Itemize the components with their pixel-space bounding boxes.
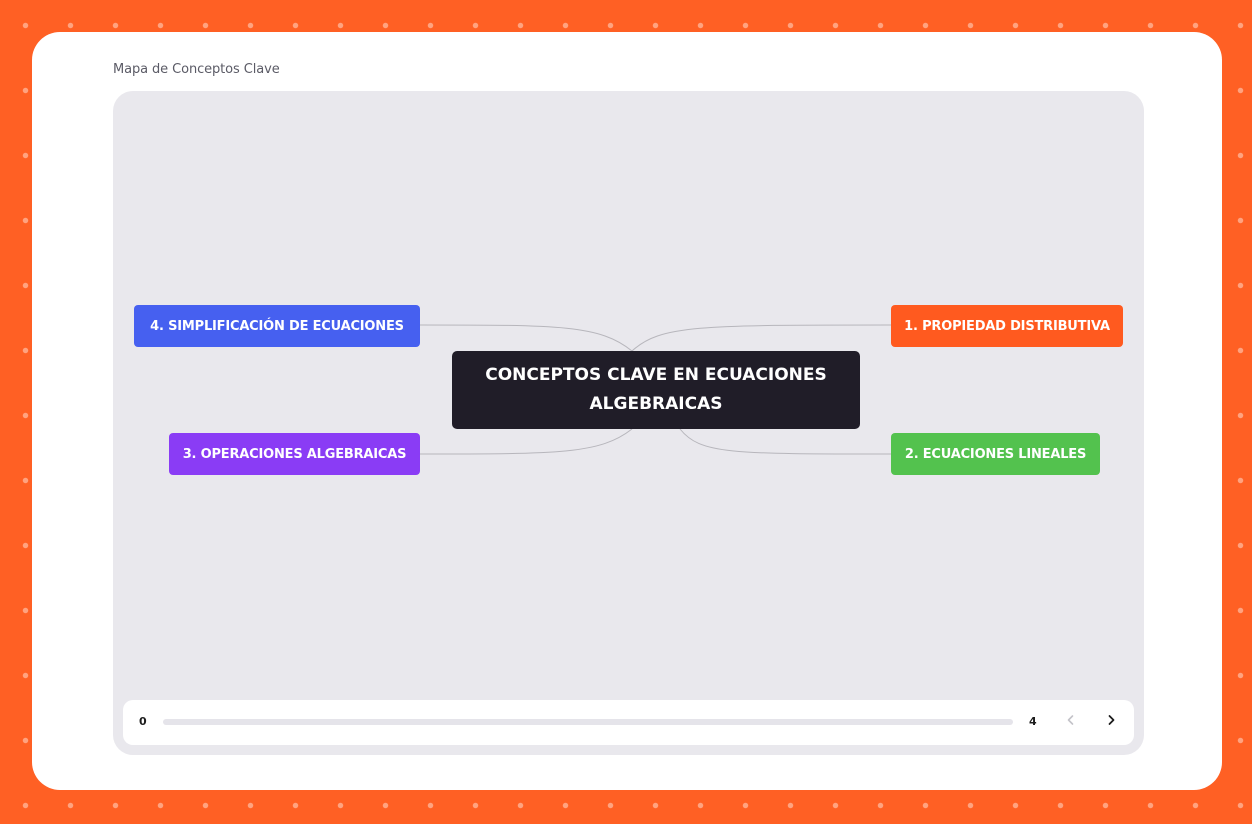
previous-step-button[interactable] <box>1060 711 1082 733</box>
chevron-right-icon <box>1105 713 1117 731</box>
branch-node-propiedad-distributiva[interactable]: 1. PROPIEDAD DISTRIBUTIVA <box>891 305 1123 347</box>
branch-node-operaciones-algebraicas[interactable]: 3. OPERACIONES ALGEBRAICAS <box>169 433 420 475</box>
next-step-button[interactable] <box>1100 711 1122 733</box>
progress-slider[interactable] <box>163 719 1013 725</box>
central-node[interactable]: CONCEPTOS CLAVE EN ECUACIONES ALGEBRAICA… <box>452 351 860 429</box>
map-title: Mapa de Conceptos Clave <box>113 62 280 77</box>
branch-node-simplificacion-ecuaciones[interactable]: 4. SIMPLIFICACIÓN DE ECUACIONES <box>134 305 420 347</box>
branch-node-ecuaciones-lineales[interactable]: 2. ECUACIONES LINEALES <box>891 433 1100 475</box>
progress-end-label: 4 <box>1029 715 1037 728</box>
playback-controls: 0 4 <box>123 700 1134 745</box>
chevron-left-icon <box>1065 713 1077 731</box>
progress-start-label: 0 <box>139 715 147 728</box>
